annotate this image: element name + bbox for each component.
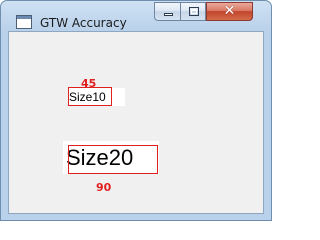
client-area: 45 Size10 Size20 90	[8, 31, 264, 214]
app-window: GTW Accuracy ✕ 45 Size10 Size20 90	[0, 0, 272, 221]
window-title: GTW Accuracy	[40, 16, 127, 30]
close-button[interactable]: ✕	[206, 2, 253, 21]
maximize-icon	[189, 7, 199, 16]
title-bar[interactable]: GTW Accuracy ✕	[1, 1, 271, 31]
close-icon: ✕	[223, 3, 236, 19]
app-window-icon[interactable]	[16, 15, 32, 29]
minimize-button[interactable]	[154, 2, 181, 21]
size10-accuracy-frame	[68, 87, 112, 106]
size20-accuracy-frame	[68, 145, 158, 174]
maximize-button[interactable]	[180, 2, 206, 21]
accuracy-label-bottom: 90	[96, 181, 112, 194]
minimize-icon	[164, 13, 173, 16]
